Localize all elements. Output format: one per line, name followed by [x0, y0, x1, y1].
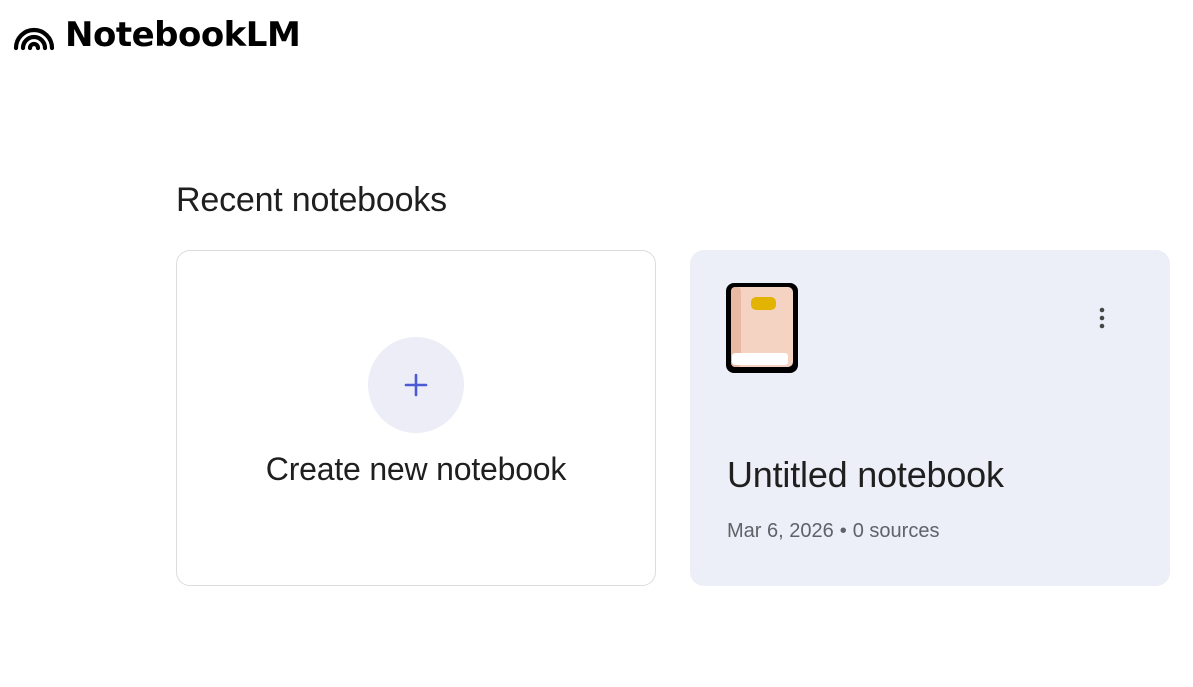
notebook-source-count: 0 sources — [852, 520, 940, 542]
create-notebook-card[interactable]: Create new notebook — [176, 250, 656, 586]
notebook-meta: Mar 6, 2026 • 0 sources — [727, 520, 939, 543]
meta-separator: • — [839, 520, 847, 542]
notebook-date: Mar 6, 2026 — [727, 520, 834, 542]
page: NotebookLM Recent notebooks Create new n… — [0, 0, 1193, 687]
plus-button[interactable] — [368, 337, 464, 433]
more-options-button[interactable] — [1086, 300, 1118, 336]
notebooklm-logo-icon — [13, 27, 55, 51]
app-name: NotebookLM — [65, 15, 301, 55]
section-title: Recent notebooks — [176, 181, 447, 219]
book-emoji-icon — [726, 283, 798, 373]
more-vert-icon — [1099, 307, 1105, 329]
app-logo[interactable]: NotebookLM — [13, 14, 301, 56]
create-notebook-label: Create new notebook — [265, 451, 567, 487]
plus-icon — [404, 373, 428, 397]
notebook-card[interactable]: Untitled notebook Mar 6, 2026 • 0 sources — [690, 250, 1170, 586]
notebook-title: Untitled notebook — [727, 454, 1004, 495]
